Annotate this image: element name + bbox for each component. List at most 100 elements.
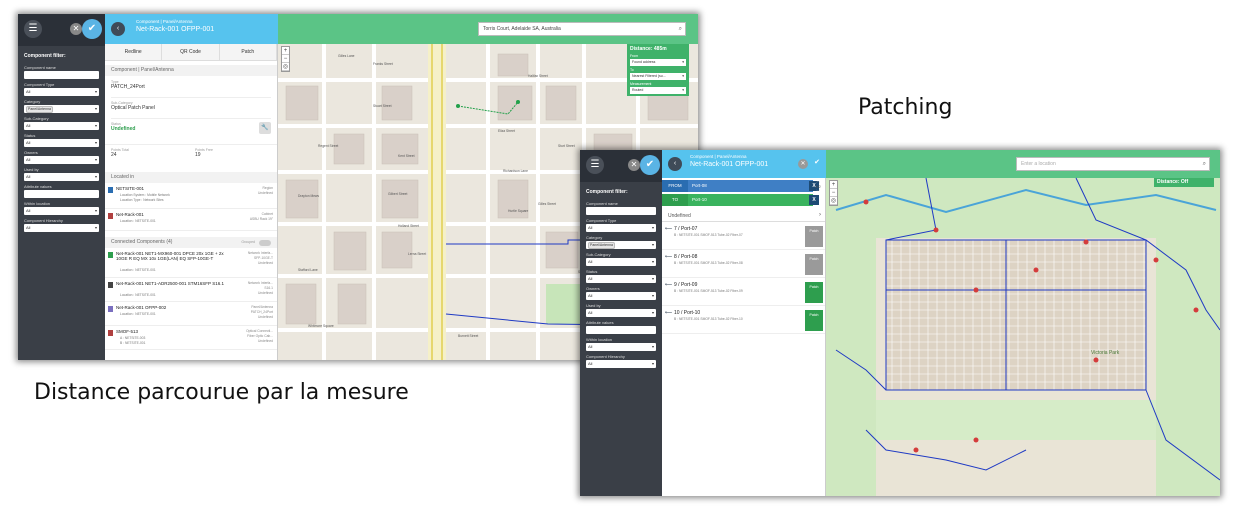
- filter-value: All: [26, 140, 31, 145]
- close-icon[interactable]: ✕: [628, 159, 640, 171]
- back-icon[interactable]: ‹: [668, 157, 682, 171]
- connected-meta: Undefined: [257, 315, 273, 319]
- port-arrow-icon: ⟵: [665, 254, 673, 260]
- confirm-icon[interactable]: ✔: [640, 155, 660, 175]
- port-title: 7 / Port-07: [674, 226, 698, 232]
- patch-button[interactable]: Patch: [805, 254, 823, 275]
- port-row[interactable]: ⟵ 10 / Port-10 B : NETSITE-001 SMOF-513 Tu…: [662, 307, 825, 334]
- filter-field[interactable]: All ▾: [586, 343, 656, 351]
- port-sub: B : NETSITE-001 SMOF-513 Tube-02 Fiber-1…: [674, 317, 743, 321]
- filter-field[interactable]: All ▾: [586, 360, 656, 368]
- zoom-out-button[interactable]: −: [830, 189, 837, 197]
- patch-panel: FROM Port-08 X TO Port-10 X ︿ 2/2 ﹀ Unde…: [662, 178, 826, 496]
- menu-icon[interactable]: ☰: [586, 156, 604, 174]
- from-select[interactable]: Found address ▾: [630, 59, 686, 66]
- filter-field[interactable]: [24, 190, 99, 198]
- patch-button[interactable]: Patch: [805, 226, 823, 247]
- filter-field[interactable]: [24, 71, 99, 79]
- located-item[interactable]: Net-Rack-001 Location : NETSITE-001 Cabine…: [105, 209, 277, 231]
- back-icon[interactable]: ‹: [111, 22, 125, 36]
- filter-field[interactable]: Panel/Antenna ▾: [24, 105, 99, 113]
- grouped-label: Grouped: [241, 240, 255, 244]
- connected-item[interactable]: Net-Rack-001 NET1-ADR2500-001 STM16SFP S…: [105, 278, 277, 302]
- zoom-out-button[interactable]: −: [282, 55, 289, 63]
- patch-button[interactable]: Patch: [805, 282, 823, 303]
- chevron-down-icon[interactable]: ﹀: [811, 189, 825, 195]
- port-sub: B : NETSITE-001 SMOF-513 Tube-02 Fiber-0…: [674, 289, 743, 293]
- tab-qr-code[interactable]: QR Code: [162, 44, 220, 60]
- tab-patch[interactable]: Patch: [220, 44, 277, 60]
- wrench-icon[interactable]: 🔧: [259, 122, 271, 134]
- filter-field[interactable]: [586, 207, 656, 215]
- confirm-icon[interactable]: ✔: [814, 158, 820, 166]
- distance-title: Distance: 485m: [630, 46, 667, 52]
- filter-field[interactable]: All ▾: [586, 309, 656, 317]
- close-icon[interactable]: ✕: [70, 23, 82, 35]
- tab-redline[interactable]: Redline: [105, 44, 163, 60]
- filter-field[interactable]: All ▾: [24, 207, 99, 215]
- filter-field[interactable]: All ▾: [586, 292, 656, 300]
- port-row[interactable]: ⟵ 9 / Port-09 B : NETSITE-001 SMOF-513 Tub…: [662, 279, 825, 306]
- location-search-input[interactable]: Torris Court, Adelaide SA, Australia ⌕: [478, 22, 686, 36]
- search-icon[interactable]: ⌕: [1203, 158, 1206, 171]
- filter-field[interactable]: [586, 326, 656, 334]
- street-label: Richardson Lane: [503, 169, 528, 173]
- connected-item[interactable]: Net-Rack-001 NET1-MX960-001 DPCE 20x 1GE…: [105, 248, 277, 278]
- locate-icon[interactable]: ◎: [830, 197, 837, 205]
- filter-field[interactable]: All ▾: [586, 275, 656, 283]
- distance-title: Distance: Off: [1157, 179, 1189, 185]
- connected-item[interactable]: SMOF-513 A : NETSITE-003 B : NETSITE-001 Op…: [105, 326, 277, 350]
- filter-sidebar: ☰ ✕ ✔ Component filter: Component name Co…: [580, 150, 662, 496]
- confirm-icon[interactable]: ✔: [82, 19, 102, 39]
- chevron-right-icon[interactable]: ›: [819, 212, 821, 218]
- status-value: Undefined: [111, 126, 136, 132]
- category-chip[interactable]: Panel/Antenna: [26, 106, 53, 113]
- undefined-group[interactable]: Undefined ›: [662, 210, 825, 222]
- distance-panel[interactable]: Distance: Off: [1154, 178, 1214, 187]
- filter-field[interactable]: Panel/Antenna ▾: [586, 241, 656, 249]
- to-clear-button[interactable]: X: [809, 195, 819, 205]
- filter-value: All: [26, 157, 31, 162]
- filter-field[interactable]: All ▾: [24, 224, 99, 232]
- location-search-input[interactable]: Enter a location ⌕: [1016, 157, 1210, 171]
- located-sub: Location System : Mobile Network: [120, 193, 170, 197]
- street-label: Regent Street: [318, 144, 339, 148]
- filter-field[interactable]: All ▾: [24, 88, 99, 96]
- filter-field[interactable]: All ▾: [24, 139, 99, 147]
- map-patching[interactable]: Victoria Park Enter a location ⌕ + − ◎ D…: [826, 150, 1220, 496]
- filter-field[interactable]: All ▾: [586, 224, 656, 232]
- component-icon: [108, 306, 113, 312]
- street-label: Drayton Mews: [298, 194, 320, 198]
- filter-label: Attribute values: [586, 320, 614, 325]
- connected-item[interactable]: Net-Rack-001 OFPP-002 Location : NETSITE-…: [105, 302, 277, 326]
- zoom-in-button[interactable]: +: [282, 47, 289, 55]
- filter-field[interactable]: All ▾: [586, 258, 656, 266]
- filter-field[interactable]: All ▾: [24, 156, 99, 164]
- menu-icon[interactable]: ☰: [24, 20, 42, 38]
- category-chip[interactable]: Panel/Antenna: [588, 242, 615, 249]
- street-label: Holland Street: [398, 224, 419, 228]
- zoom-in-button[interactable]: +: [830, 181, 837, 189]
- grouped-toggle[interactable]: [259, 240, 271, 246]
- filter-label: Component Type: [586, 218, 617, 223]
- measurement-select[interactable]: Routed ▾: [630, 87, 686, 94]
- filter-field[interactable]: All ▾: [24, 122, 99, 130]
- street-label: Burnett Street: [458, 334, 479, 338]
- locate-icon[interactable]: ◎: [282, 63, 289, 71]
- port-row[interactable]: ⟵ 8 / Port-08 B : NETSITE-001 SMOF-513 Tub…: [662, 251, 825, 278]
- located-item[interactable]: NETSITE-001 Location System : Mobile Netw…: [105, 183, 277, 209]
- patch-button[interactable]: Patch: [805, 310, 823, 331]
- to-select[interactable]: Nearest Filtered (su... ▾: [630, 73, 686, 80]
- close-icon[interactable]: ✕: [798, 159, 808, 169]
- search-icon[interactable]: ⌕: [679, 23, 682, 36]
- connected-meta: Undefined: [257, 339, 273, 343]
- port-row[interactable]: ⟵ 7 / Port-07 B : NETSITE-001 SMOF-513 Tub…: [662, 223, 825, 250]
- filter-label: Owners: [24, 150, 38, 155]
- filter-value: All: [588, 310, 593, 315]
- street-label: Stuart Street: [373, 104, 392, 108]
- filter-field[interactable]: All ▾: [24, 173, 99, 181]
- section-component: Component | Panel/Antenna: [105, 65, 277, 76]
- located-meta: ASBU Rack 19": [249, 217, 273, 221]
- header-subtitle: Component | Panel/Antenna: [690, 154, 747, 159]
- header-subtitle: Component | Panel/Antenna: [136, 19, 193, 24]
